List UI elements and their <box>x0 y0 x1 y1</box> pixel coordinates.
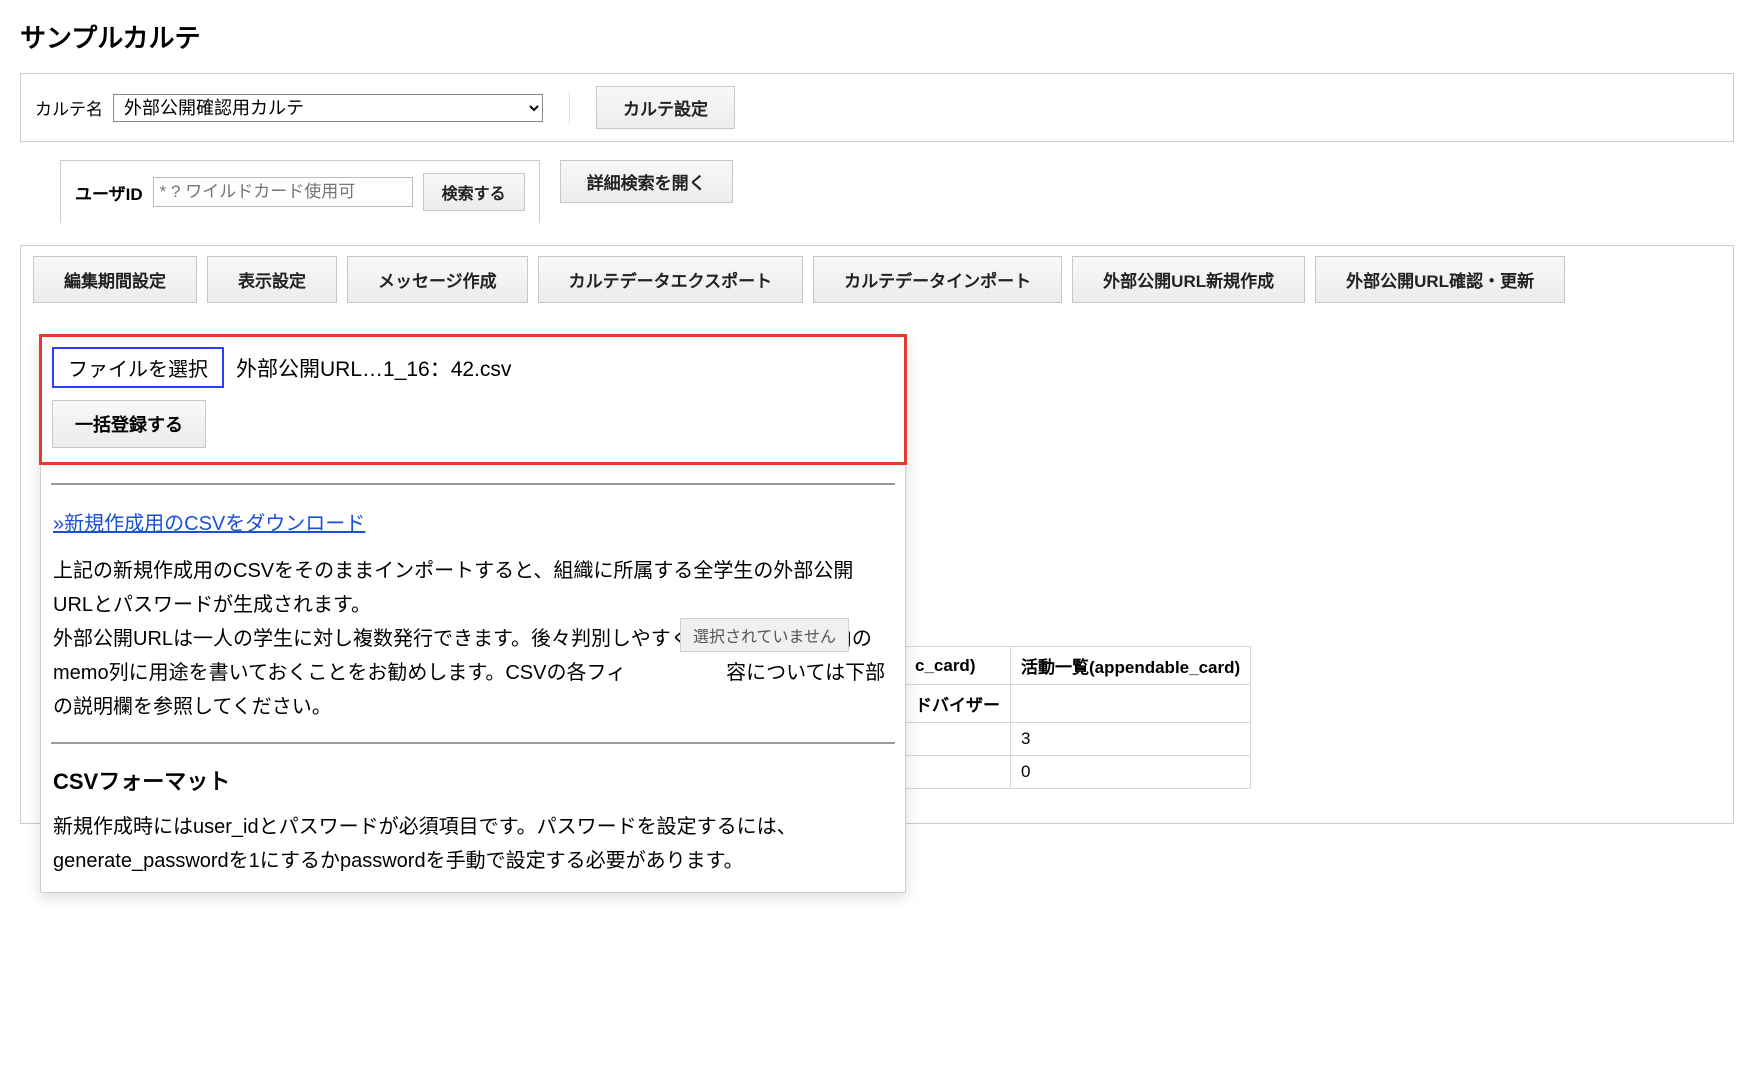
instruction-text-1: 上記の新規作成用のCSVをそのままインポートすると、組織に所属する全学生の外部公… <box>41 554 905 622</box>
bg-val2: 0 <box>1011 756 1251 789</box>
divider <box>51 742 895 744</box>
tab-bar: 編集期間設定 表示設定 メッセージ作成 カルテデータエクスポート カルテデータイ… <box>21 246 1733 303</box>
search-button[interactable]: 検索する <box>423 173 525 211</box>
bg-col2-header: 活動一覧(appendable_card) <box>1011 647 1251 685</box>
tab-message-create[interactable]: メッセージ作成 <box>347 256 528 303</box>
bg-col1-header: c_card) <box>905 647 1011 685</box>
bulk-register-button[interactable]: 一括登録する <box>52 400 206 448</box>
tab-export[interactable]: カルテデータエクスポート <box>538 256 804 303</box>
csv-format-heading: CSVフォーマット <box>53 764 893 796</box>
file-not-selected-tooltip: 選択されていません <box>680 618 849 652</box>
advanced-search-button[interactable]: 詳細検索を開く <box>560 160 733 203</box>
divider <box>51 483 895 485</box>
separator <box>569 93 570 123</box>
csv-download-link[interactable]: »新規作成用のCSVをダウンロード <box>41 507 377 536</box>
tab-display-settings[interactable]: 表示設定 <box>207 256 337 303</box>
file-upload-highlight: ファイルを選択 外部公開URL…1_16：42.csv 一括登録する <box>39 334 907 465</box>
user-id-input[interactable] <box>153 177 413 207</box>
user-id-search-box: ユーザID 検索する <box>60 160 540 223</box>
karte-settings-button[interactable]: カルテ設定 <box>596 86 735 129</box>
import-popover: ファイルを選択 外部公開URL…1_16：42.csv 一括登録する »新規作成… <box>40 335 906 893</box>
page-title: サンプルカルテ <box>20 18 1734 55</box>
tab-edit-period[interactable]: 編集期間設定 <box>33 256 197 303</box>
file-select-button[interactable]: ファイルを選択 <box>52 347 224 388</box>
tab-import[interactable]: カルテデータインポート <box>813 256 1062 303</box>
karte-name-label: カルテ名 <box>35 95 103 120</box>
tab-ext-url-confirm[interactable]: 外部公開URL確認・更新 <box>1315 256 1565 303</box>
instruction-text-3: 新規作成時にはuser_idとパスワードが必須項目です。パスワードを設定するには… <box>41 810 905 892</box>
bg-val1: 3 <box>1011 723 1251 756</box>
karte-name-select[interactable]: 外部公開確認用カルテ <box>113 94 543 122</box>
search-row: ユーザID 検索する 詳細検索を開く <box>60 160 1734 223</box>
background-table: c_card) 活動一覧(appendable_card) ドバイザー 3 0 <box>904 646 1251 789</box>
bg-row-header: ドバイザー <box>905 685 1011 723</box>
tab-ext-url-new[interactable]: 外部公開URL新規作成 <box>1072 256 1305 303</box>
selected-file-name: 外部公開URL…1_16：42.csv <box>236 353 511 383</box>
file-row: ファイルを選択 外部公開URL…1_16：42.csv <box>52 347 894 388</box>
user-id-label: ユーザID <box>75 180 143 205</box>
karte-selector-bar: カルテ名 外部公開確認用カルテ カルテ設定 <box>20 73 1734 142</box>
